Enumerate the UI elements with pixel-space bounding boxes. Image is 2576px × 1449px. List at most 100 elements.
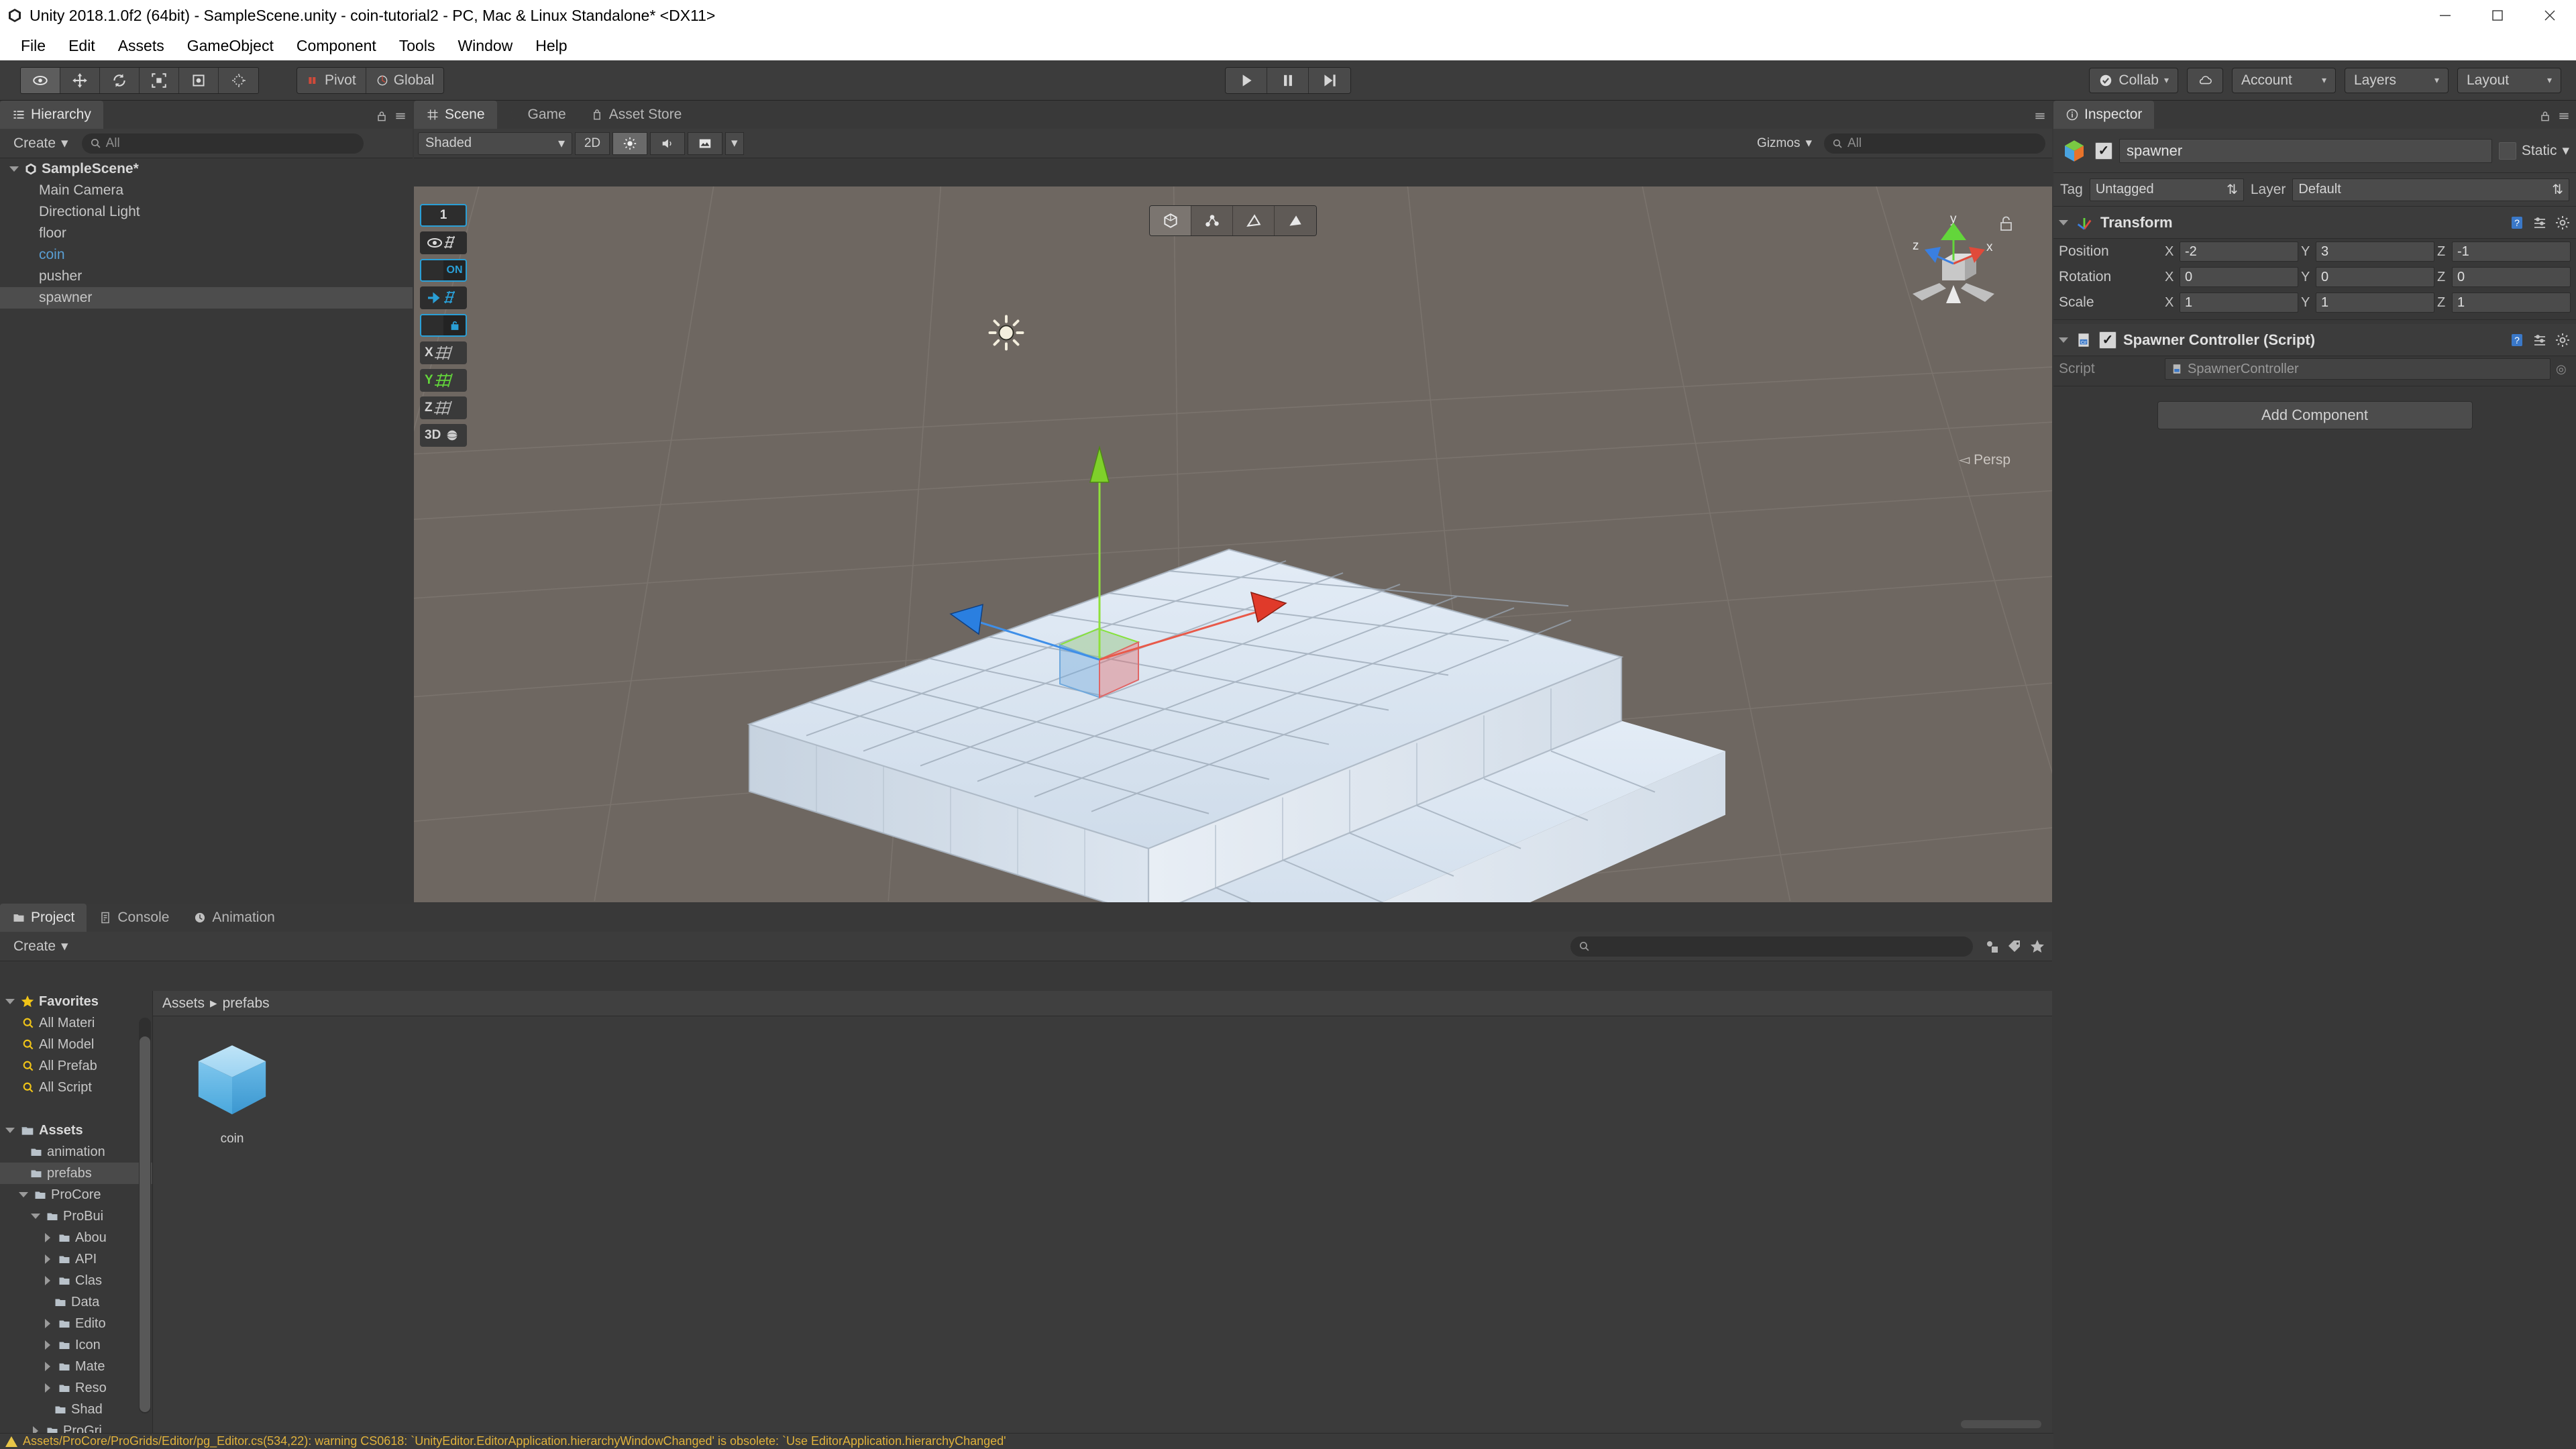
project-tree-materials[interactable]: Mate (0, 1356, 152, 1377)
preset-icon[interactable] (2532, 215, 2548, 231)
tab-animation[interactable]: Animation (181, 904, 287, 932)
hierarchy-item-coin[interactable]: coin (0, 244, 413, 266)
project-tree-all-materials[interactable]: All Materi (0, 1012, 152, 1034)
chevron-down-icon[interactable] (31, 1214, 40, 1219)
project-tree-editor[interactable]: Edito (0, 1313, 152, 1334)
project-tree-favorites[interactable]: Favorites (0, 991, 152, 1012)
account-button[interactable]: Account ▾ (2232, 67, 2336, 93)
minimize-icon[interactable] (2419, 0, 2471, 31)
tab-project[interactable]: Project (0, 904, 87, 932)
rotate-tool-button[interactable] (100, 67, 140, 93)
tab-asset-store[interactable]: Asset Store (578, 101, 694, 129)
pause-button[interactable] (1267, 67, 1309, 93)
project-tree-procore[interactable]: ProCore (0, 1184, 152, 1205)
tab-hierarchy[interactable]: Hierarchy (0, 101, 103, 129)
menu-edit[interactable]: Edit (57, 31, 107, 60)
project-tree-classes[interactable]: Clas (0, 1270, 152, 1291)
maximize-icon[interactable] (2471, 0, 2524, 31)
chevron-right-icon[interactable] (45, 1362, 50, 1371)
scene-projection-label[interactable]: ◅ Persp (1959, 451, 2010, 468)
gizmos-search-input[interactable]: All (1824, 133, 2045, 154)
close-icon[interactable] (2524, 0, 2576, 31)
label-filter-icon[interactable] (2006, 938, 2023, 955)
chevron-down-icon[interactable] (2059, 219, 2068, 225)
gizmos-dropdown[interactable]: Gizmos ▾ (1752, 132, 1817, 155)
script-object-field[interactable]: SpawnerController (2165, 358, 2551, 380)
hierarchy-create-button[interactable]: Create ▾ (7, 132, 75, 154)
menu-tools[interactable]: Tools (388, 31, 447, 60)
status-bar[interactable]: Assets/ProCore/ProGrids/Editor/pg_Editor… (0, 1433, 2053, 1449)
scale-z-input[interactable]: 1 (2452, 292, 2571, 313)
hierarchy-item-main-camera[interactable]: Main Camera (0, 180, 413, 201)
chevron-down-icon[interactable] (8, 166, 20, 172)
progrids-lock-toggle[interactable] (420, 314, 467, 337)
pivot-button[interactable]: Pivot (297, 67, 366, 93)
rect-tool-button[interactable] (179, 67, 219, 93)
project-tree-animation[interactable]: animation (0, 1141, 152, 1163)
scale-tool-button[interactable] (140, 67, 179, 93)
chevron-right-icon[interactable] (45, 1319, 50, 1328)
project-zoom-slider[interactable] (1961, 1420, 2041, 1428)
scale-x-input[interactable]: 1 (2180, 292, 2298, 313)
chevron-right-icon[interactable] (45, 1233, 50, 1242)
project-tree-icons[interactable]: Icon (0, 1334, 152, 1356)
project-tree-prefabs[interactable]: prefabs (0, 1163, 152, 1184)
menu-assets[interactable]: Assets (107, 31, 176, 60)
object-enabled-checkbox[interactable]: ✓ (2095, 142, 2112, 160)
static-toggle[interactable]: Static ▾ (2498, 142, 2569, 160)
hand-tool-button[interactable] (21, 67, 60, 93)
toggle-2d-button[interactable]: 2D (575, 131, 610, 155)
layout-button[interactable]: Layout ▾ (2457, 67, 2561, 93)
probuilder-vertex-mode[interactable] (1191, 206, 1233, 235)
position-x-input[interactable]: -2 (2180, 241, 2298, 262)
scene-geometry[interactable] (414, 186, 2052, 902)
progrids-on-toggle[interactable]: ON (420, 259, 467, 282)
asset-item-coin[interactable]: coin (185, 1036, 279, 1146)
scene-view-gizmo[interactable]: y z x (1899, 208, 2020, 342)
progrids-mode-3d[interactable]: 3D (420, 424, 467, 447)
probuilder-edge-mode[interactable] (1233, 206, 1275, 235)
chevron-down-icon[interactable] (5, 999, 15, 1004)
hierarchy-search-input[interactable]: All (81, 133, 364, 154)
progrids-snap-value[interactable]: 1 (420, 204, 467, 227)
project-tree-all-prefabs[interactable]: All Prefab (0, 1055, 152, 1077)
project-content-pane[interactable]: Assets ▸ prefabs coin (153, 991, 2052, 1434)
transform-tool-button[interactable] (219, 67, 258, 93)
scrollbar-thumb[interactable] (140, 1036, 150, 1412)
hierarchy-item-directional-light[interactable]: Directional Light (0, 201, 413, 223)
project-tree-shaders[interactable]: Shad (0, 1399, 152, 1420)
position-z-input[interactable]: -1 (2452, 241, 2571, 262)
hamburger-icon[interactable] (2557, 109, 2571, 123)
step-button[interactable] (1309, 67, 1350, 93)
project-tree-all-scripts[interactable]: All Script (0, 1077, 152, 1098)
chevron-right-icon[interactable] (45, 1254, 50, 1264)
project-tree-resources[interactable]: Reso (0, 1377, 152, 1399)
tab-console[interactable]: Console (87, 904, 182, 932)
hierarchy-item-floor[interactable]: floor (0, 223, 413, 244)
chevron-down-icon[interactable] (2059, 337, 2068, 343)
static-checkbox[interactable] (2498, 142, 2516, 160)
script-component-header[interactable]: C# ✓ Spawner Controller (Script) ? (2053, 324, 2576, 356)
rotation-x-input[interactable]: 0 (2180, 267, 2298, 287)
progrids-axis-x[interactable]: X (420, 341, 467, 364)
progrids-visibility-toggle[interactable] (420, 231, 467, 254)
help-icon[interactable]: ? (2509, 332, 2525, 348)
chevron-right-icon[interactable] (45, 1340, 50, 1350)
project-create-button[interactable]: Create ▾ (7, 935, 75, 957)
object-name-input[interactable]: spawner (2119, 138, 2492, 163)
progrids-axis-y[interactable]: Y (420, 369, 467, 392)
collab-button[interactable]: Collab ▾ (2089, 67, 2178, 93)
tag-dropdown[interactable]: Untagged ⇅ (2089, 178, 2244, 201)
chevron-right-icon[interactable] (45, 1276, 50, 1285)
lock-icon[interactable] (2538, 109, 2552, 123)
progrids-axis-z[interactable]: Z (420, 396, 467, 419)
chevron-down-icon[interactable]: ▾ (2562, 142, 2569, 159)
type-filter-icon[interactable] (1984, 938, 2000, 955)
hamburger-icon[interactable] (2033, 109, 2047, 123)
rotation-y-input[interactable]: 0 (2316, 267, 2434, 287)
hierarchy-item-pusher[interactable]: pusher (0, 266, 413, 287)
tab-inspector[interactable]: Inspector (2053, 101, 2155, 129)
chevron-down-icon[interactable] (5, 1128, 15, 1133)
cloud-button[interactable] (2187, 67, 2223, 93)
project-tree-assets[interactable]: Assets (0, 1120, 152, 1141)
